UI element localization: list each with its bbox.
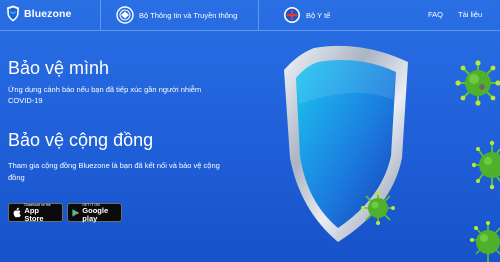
nav-faq[interactable]: FAQ [428, 10, 443, 19]
hero-desc-protect-community: Tham gia cộng đồng Bluezone là bạn đã kế… [8, 161, 220, 182]
virus-icon [361, 191, 395, 225]
org-ministry-health-label: Bộ Y tế [306, 10, 331, 20]
nav-documents[interactable]: Tài liệu [458, 10, 482, 19]
virus-icon [472, 140, 500, 190]
hero-title-protect-community: Bảo vệ cộng đồng [8, 130, 154, 150]
google-play-icon [72, 208, 79, 217]
bluezone-shield-icon [7, 5, 19, 22]
header-divider [100, 0, 101, 30]
hero-title-protect-self: Bảo vệ mình [8, 58, 110, 78]
ministry-ict-emblem-icon [116, 6, 134, 24]
google-play-button[interactable]: GET IT ON Google play [67, 203, 122, 222]
brand-logo[interactable]: Bluezone [6, 5, 71, 22]
ministry-health-emblem-icon [284, 7, 300, 23]
shield-graphic [284, 45, 408, 242]
org-ministry-ict[interactable]: Bộ Thông tin và Truyền thông [116, 6, 237, 24]
google-play-label: Google play [82, 205, 109, 223]
apple-icon [13, 207, 21, 218]
org-ministry-ict-label: Bộ Thông tin và Truyền thông [139, 10, 238, 20]
shield-illustration [266, 40, 426, 246]
hero-desc-protect-self: Ứng dụng cảnh báo nếu bạn đã tiếp xúc gầ… [8, 85, 202, 105]
brand-name: Bluezone [24, 7, 72, 20]
virus-icon [455, 60, 500, 106]
header-divider [258, 0, 259, 30]
top-navbar: Bluezone Bộ Thông tin và Truyền thông Bộ… [0, 0, 500, 31]
app-store-label: App Store [24, 205, 44, 223]
app-store-button[interactable]: Download on the App Store [8, 203, 63, 222]
virus-icon [470, 221, 500, 262]
org-ministry-health[interactable]: Bộ Y tế [283, 6, 330, 24]
